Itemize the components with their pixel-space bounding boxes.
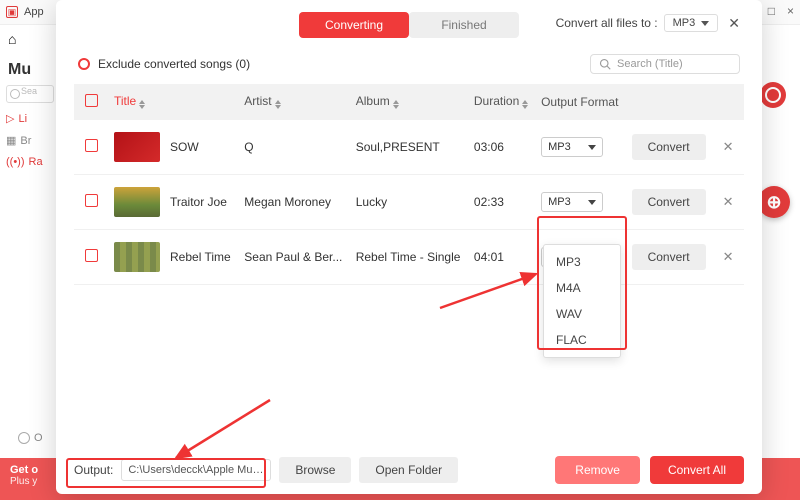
table-row: SOW Q Soul,PRESENT 03:06 MP3 Convert ✕	[74, 120, 744, 175]
track-thumbnail	[114, 187, 160, 217]
annotation-arrow-icon	[170, 400, 280, 475]
dropdown-option[interactable]: WAV	[544, 301, 620, 327]
table-row: Rebel Time Sean Paul & Ber... Rebel Time…	[74, 230, 744, 285]
track-thumbnail	[114, 242, 160, 272]
convert-all-format-select[interactable]: MP3	[664, 14, 719, 32]
select-all-checkbox[interactable]	[85, 94, 98, 107]
dropdown-option[interactable]: FLAC	[544, 327, 620, 353]
close-icon[interactable]: ×	[787, 4, 794, 18]
track-artist: Q	[238, 120, 349, 175]
bg-add-fab[interactable]: ⊕	[758, 186, 790, 218]
sub-toolbar: Exclude converted songs (0) Search (Titl…	[78, 54, 740, 74]
browse-button[interactable]: Browse	[279, 457, 351, 483]
convert-all-format: Convert all files to : MP3 ✕	[556, 14, 744, 32]
bg-footer-o: O	[18, 432, 43, 444]
exclude-radio-icon[interactable]	[78, 58, 90, 70]
tab-bar: Converting Finished Convert all files to…	[74, 12, 744, 38]
track-title: Rebel Time	[170, 250, 231, 264]
bg-avatar[interactable]	[760, 82, 786, 108]
bg-brand: Mu	[6, 61, 54, 79]
dropdown-option[interactable]: M4A	[544, 275, 620, 301]
bg-side-listen[interactable]: ▷Li	[6, 112, 54, 125]
bg-side-browse[interactable]: ▦Br	[6, 134, 54, 147]
bg-side-radio[interactable]: ((•))Ra	[6, 156, 54, 168]
open-folder-button[interactable]: Open Folder	[359, 457, 458, 483]
col-duration[interactable]: Duration	[468, 84, 535, 120]
track-album: Soul,PRESENT	[350, 120, 468, 175]
col-album[interactable]: Album	[350, 84, 468, 120]
convert-button[interactable]: Convert	[632, 244, 706, 270]
track-artist: Sean Paul & Ber...	[238, 230, 349, 285]
maximize-icon[interactable]: □	[768, 4, 775, 18]
track-title: Traitor Joe	[170, 195, 227, 209]
table-row: Traitor Joe Megan Moroney Lucky 02:33 MP…	[74, 175, 744, 230]
track-duration: 02:33	[468, 175, 535, 230]
bg-app-name: App	[24, 6, 44, 18]
bg-app-icon: ▣	[6, 6, 18, 18]
tab-finished[interactable]: Finished	[409, 12, 519, 38]
search-input[interactable]: Search (Title)	[590, 54, 740, 74]
col-output-format: Output Format	[535, 84, 625, 120]
track-duration: 03:06	[468, 120, 535, 175]
bg-search-input[interactable]: Sea	[6, 85, 54, 103]
row-format-select[interactable]: MP3	[541, 137, 603, 157]
exclude-label: Exclude converted songs (0)	[98, 57, 250, 71]
track-artist: Megan Moroney	[238, 175, 349, 230]
row-checkbox[interactable]	[85, 139, 98, 152]
annotation-arrow-icon	[440, 270, 550, 315]
tracks-table: Title Artist Album Duration Output Forma…	[74, 84, 744, 285]
converter-dialog: Converting Finished Convert all files to…	[56, 0, 762, 494]
tab-converting[interactable]: Converting	[299, 12, 409, 38]
row-remove-icon[interactable]: ✕	[719, 139, 738, 154]
search-icon	[599, 58, 611, 70]
row-remove-icon[interactable]: ✕	[719, 194, 738, 209]
row-format-select[interactable]: MP3	[541, 192, 603, 212]
row-checkbox[interactable]	[85, 249, 98, 262]
dropdown-option[interactable]: MP3	[544, 249, 620, 275]
home-icon[interactable]: ⌂	[8, 31, 16, 47]
col-artist[interactable]: Artist	[238, 84, 349, 120]
search-placeholder: Search (Title)	[617, 58, 683, 70]
track-album: Lucky	[350, 175, 468, 230]
col-title[interactable]: Title	[108, 84, 238, 120]
convert-button[interactable]: Convert	[632, 189, 706, 215]
format-dropdown: MP3 M4A WAV FLAC	[543, 244, 621, 358]
track-title: SOW	[170, 140, 199, 154]
convert-all-label: Convert all files to :	[556, 16, 658, 30]
dialog-close-icon[interactable]: ✕	[724, 15, 744, 32]
remove-button[interactable]: Remove	[555, 456, 640, 484]
convert-button[interactable]: Convert	[632, 134, 706, 160]
row-remove-icon[interactable]: ✕	[719, 249, 738, 264]
track-thumbnail	[114, 132, 160, 162]
row-checkbox[interactable]	[85, 194, 98, 207]
convert-all-button[interactable]: Convert All	[650, 456, 744, 484]
output-label: Output:	[74, 463, 113, 477]
